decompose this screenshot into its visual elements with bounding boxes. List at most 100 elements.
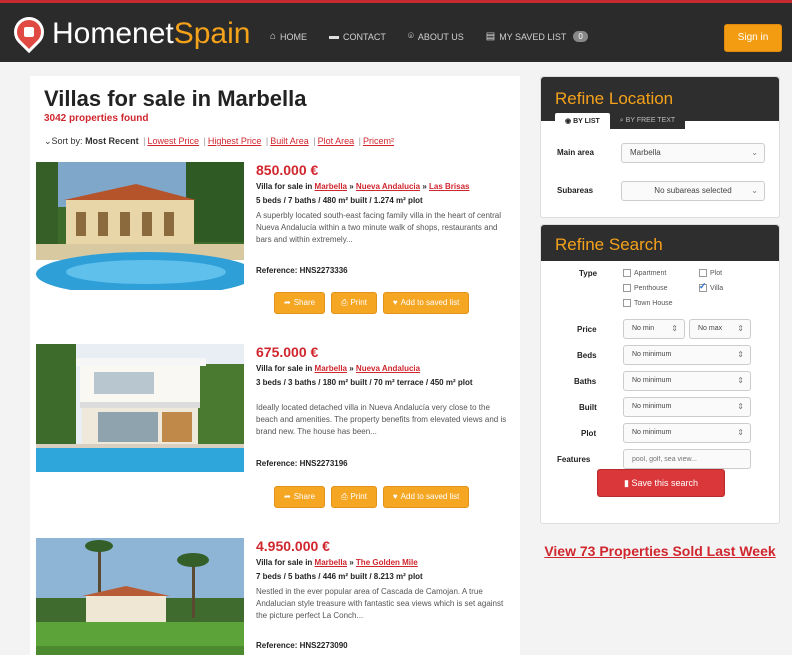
type-penthouse-label: Penthouse — [634, 284, 668, 292]
listing-card: 850.000 € Villa for sale in Marbella » N… — [36, 162, 514, 322]
listing-photo[interactable] — [36, 538, 244, 655]
share-label: Share — [293, 492, 316, 501]
nav-about-us[interactable]: ⌾ ABOUT US — [408, 31, 464, 42]
price-label: Price — [577, 325, 597, 334]
checkbox-icon — [699, 269, 707, 277]
heart-icon: ♥ — [392, 492, 398, 501]
sort-separator: | — [143, 136, 146, 146]
price-max-select[interactable]: No max ⇕ — [689, 319, 751, 339]
main-area-label: Main area — [557, 148, 594, 157]
sold-last-week-link[interactable]: View 73 Properties Sold Last Week — [540, 541, 780, 562]
checkbox-icon — [623, 284, 631, 292]
nav-contact[interactable]: ▬ CONTACT — [329, 31, 386, 42]
print-label: Print — [350, 492, 367, 501]
listing-actions: ➦ Share ⎙ Print ♥ Add to saved list — [274, 292, 470, 314]
beds-select[interactable]: No minimum ⇕ — [623, 345, 751, 365]
print-button[interactable]: ⎙ Print — [331, 486, 377, 508]
location-link[interactable]: Marbella — [315, 364, 347, 373]
sort-separator: | — [358, 136, 361, 146]
sort-separator: | — [265, 136, 269, 146]
type-plot-checkbox[interactable]: Plot — [699, 269, 722, 277]
type-plot-label: Plot — [710, 269, 723, 277]
subareas-select[interactable]: No subareas selected ⌄ — [621, 181, 765, 201]
share-button[interactable]: ➦ Share — [274, 486, 326, 508]
type-apartment-checkbox[interactable]: Apartment — [623, 269, 666, 277]
listing-description: Nestled in the ever popular area of Casc… — [256, 587, 504, 620]
location-link[interactable]: Marbella — [315, 182, 347, 191]
sort-separator: | — [203, 136, 206, 146]
tab-by-list-label: BY LIST — [573, 118, 600, 125]
listing-actions: ➦ Share ⎙ Print ♥ Add to saved list — [274, 486, 470, 508]
nav-saved-list[interactable]: ▤ MY SAVED LIST 0 — [486, 31, 588, 42]
top-navigation-bar: HomenetSpain ⌂ HOME ▬ CONTACT ⌾ ABOUT US ▤ M… — [0, 0, 792, 62]
price-min-select[interactable]: No min ⇕ — [623, 319, 685, 339]
type-townhouse-label: Town House — [634, 299, 673, 307]
tab-by-free-text[interactable]: ⌕ BY FREE TEXT — [609, 113, 686, 129]
type-townhouse-checkbox[interactable]: Town House — [623, 299, 673, 307]
listing-card: 4.950.000 € Villa for sale in Marbella »… — [36, 538, 514, 655]
location-link[interactable]: Nueva Andalucia — [356, 364, 420, 373]
features-label: Features — [557, 455, 591, 464]
listing-reference: Reference: HNS2273336 — [256, 266, 348, 275]
chat-icon: ▬ — [329, 31, 340, 42]
subareas-value: No subareas selected — [654, 186, 732, 195]
sort-separator: | — [313, 136, 316, 146]
nav-home[interactable]: ⌂ HOME — [270, 31, 307, 42]
tab-by-free-text-label: BY FREE TEXT — [625, 117, 676, 124]
eye-icon: ◉ — [565, 118, 574, 125]
add-saved-label: Add to saved list — [400, 492, 460, 501]
sort-price-m2[interactable]: Pricem² — [363, 136, 394, 146]
site-logo[interactable]: HomenetSpain — [52, 17, 250, 51]
sort-built-area[interactable]: Built Area — [270, 136, 309, 146]
baths-label: Baths — [574, 377, 597, 386]
print-icon: ⎙ — [341, 492, 348, 501]
refine-search-panel: Refine Search Type Apartment Plot Pentho… — [540, 224, 780, 524]
type-penthouse-checkbox[interactable]: Penthouse — [623, 284, 667, 292]
baths-select[interactable]: No minimum ⇕ — [623, 371, 751, 391]
main-nav: ⌂ HOME ▬ CONTACT ⌾ ABOUT US ▤ MY SAVED LIST 0 — [270, 31, 588, 42]
sort-chevron-icon: ⌄ — [44, 136, 52, 146]
location-link[interactable]: The Golden Mile — [356, 558, 418, 567]
logo-pin-icon[interactable] — [7, 10, 51, 54]
checkbox-icon — [623, 269, 631, 277]
sort-plot-area[interactable]: Plot Area — [318, 136, 355, 146]
listing-photo[interactable] — [36, 344, 244, 472]
sort-lowest-price[interactable]: Lowest Price — [147, 136, 199, 146]
location-link[interactable]: Marbella — [315, 558, 347, 567]
built-select[interactable]: No minimum ⇕ — [623, 397, 751, 417]
listing-photo[interactable] — [36, 162, 244, 290]
sort-bar: ⌄Sort by: Most Recent | Lowest Price | Hig… — [44, 136, 394, 147]
home-icon: ⌂ — [270, 31, 277, 42]
main-area-select[interactable]: Marbella ⌄ — [621, 143, 765, 163]
subareas-label: Subareas — [557, 186, 594, 195]
plot-select[interactable]: No minimum ⇕ — [623, 423, 751, 443]
listing-type: Villa for sale in — [256, 558, 315, 567]
add-to-saved-button[interactable]: ♥ Add to saved list — [382, 486, 470, 508]
features-input[interactable] — [623, 449, 751, 469]
tab-by-list[interactable]: ◉ BY LIST — [555, 113, 610, 129]
page-title: Villas for sale in Marbella — [44, 86, 307, 111]
listing-reference: Reference: HNS2273196 — [256, 459, 348, 468]
sort-highest-price[interactable]: Highest Price — [208, 136, 262, 146]
type-apartment-label: Apartment — [634, 269, 667, 277]
baths-value: No minimum — [632, 377, 672, 384]
beds-label: Beds — [577, 351, 597, 360]
listing-location: Villa for sale in Marbella » Nueva Andal… — [256, 182, 470, 191]
location-link[interactable]: Las Brisas — [429, 182, 469, 191]
updown-icon: ⇕ — [737, 350, 744, 359]
print-icon: ⎙ — [341, 298, 348, 307]
type-villa-checkbox[interactable]: Villa — [699, 281, 724, 292]
listing-type: Villa for sale in — [256, 364, 315, 373]
updown-icon: ⇕ — [737, 402, 744, 411]
share-icon: ➦ — [284, 298, 291, 307]
add-to-saved-button[interactable]: ♥ Add to saved list — [382, 292, 470, 314]
print-button[interactable]: ⎙ Print — [331, 292, 377, 314]
print-label: Print — [350, 298, 367, 307]
chevron-down-icon: ⌄ — [751, 186, 758, 195]
main-area-value: Marbella — [630, 148, 661, 157]
save-search-button[interactable]: ▮ Save this search — [597, 469, 725, 497]
sign-in-button[interactable]: Sign in — [724, 24, 782, 52]
type-villa-label: Villa — [710, 284, 724, 292]
location-link[interactable]: Nueva Andalucia — [356, 182, 420, 191]
share-button[interactable]: ➦ Share — [274, 292, 326, 314]
